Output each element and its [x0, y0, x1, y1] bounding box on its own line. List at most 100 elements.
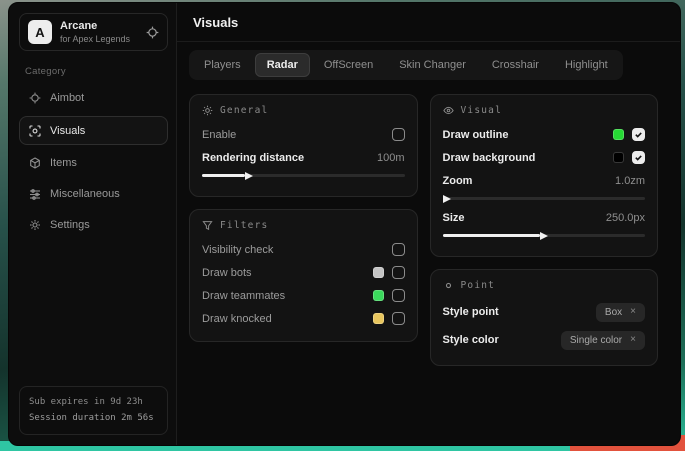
sidebar-item-aimbot[interactable]: Aimbot	[19, 85, 168, 111]
crosshair-icon[interactable]	[146, 26, 159, 39]
draw-outline-color-swatch[interactable]	[613, 129, 624, 140]
sidebar-item-settings[interactable]: Settings	[19, 212, 168, 238]
zoom-label: Zoom	[443, 175, 473, 187]
style-point-chip[interactable]: Box ×	[596, 303, 645, 322]
right-column: Visual Draw outline	[430, 94, 659, 366]
visibility-check-row: Visibility check	[202, 239, 405, 260]
tab-skin-changer[interactable]: Skin Changer	[387, 53, 478, 77]
aimbot-icon	[29, 92, 41, 104]
draw-background-label: Draw background	[443, 152, 536, 164]
session-duration-text: Session duration 2m 56s	[29, 411, 158, 426]
draw-outline-label: Draw outline	[443, 129, 509, 141]
rendering-distance-label: Rendering distance	[202, 152, 304, 164]
panel-general-header: General	[202, 105, 405, 116]
visibility-check-checkbox[interactable]	[392, 243, 405, 256]
content-grid: General Enable Rendering distance 100m	[177, 80, 680, 445]
app-header-card: A Arcane for Apex Legends	[19, 13, 168, 51]
main-header: Visuals	[177, 3, 680, 42]
slider-thumb[interactable]	[443, 195, 451, 203]
left-column: General Enable Rendering distance 100m	[189, 94, 418, 342]
style-point-row: Style point Box ×	[443, 299, 646, 325]
draw-bots-color-swatch[interactable]	[373, 267, 384, 278]
size-label: Size	[443, 212, 465, 224]
draw-outline-checkbox[interactable]	[632, 128, 645, 141]
panel-title: Filters	[220, 220, 268, 231]
tab-offscreen[interactable]: OffScreen	[312, 53, 385, 77]
chip-label: Single color	[570, 335, 622, 346]
draw-bots-label: Draw bots	[202, 267, 252, 279]
tab-players[interactable]: Players	[192, 53, 253, 77]
panel-visual: Visual Draw outline	[430, 94, 659, 257]
sidebar-nav: Aimbot Visuals Items	[19, 85, 168, 238]
panel-filters: Filters Visibility check	[189, 209, 418, 342]
draw-teammates-checkbox[interactable]	[392, 289, 405, 302]
slider-fill	[443, 234, 540, 237]
draw-knocked-label: Draw knocked	[202, 313, 272, 325]
app-subtitle: for Apex Legends	[60, 34, 138, 44]
app-title: Arcane	[60, 20, 138, 32]
slider-thumb[interactable]	[540, 232, 548, 240]
size-value: 250.0px	[606, 212, 645, 224]
enable-row: Enable	[202, 124, 405, 145]
tab-radar[interactable]: Radar	[255, 53, 310, 77]
panel-general: General Enable Rendering distance 100m	[189, 94, 418, 197]
draw-background-row: Draw background	[443, 147, 646, 168]
panel-title: General	[220, 105, 268, 116]
sub-expires-text: Sub expires in 9d 23h	[29, 395, 158, 410]
subscription-info-card: Sub expires in 9d 23h Session duration 2…	[19, 386, 168, 435]
dot-icon	[443, 280, 454, 291]
category-label: Category	[25, 66, 162, 77]
panel-point: Point Style point Box × Style color Sing…	[430, 269, 659, 366]
sun-icon	[202, 105, 213, 116]
app-window: A Arcane for Apex Legends Category	[8, 2, 681, 446]
tabs-container: Players Radar OffScreen Skin Changer Cro…	[189, 50, 623, 80]
enable-checkbox[interactable]	[392, 128, 405, 141]
sidebar-item-miscellaneous[interactable]: Miscellaneous	[19, 181, 168, 207]
rendering-distance-row: Rendering distance 100m	[202, 147, 405, 168]
zoom-slider[interactable]	[443, 194, 646, 203]
zoom-row: Zoom 1.0zm	[443, 170, 646, 191]
rendering-distance-slider[interactable]	[202, 171, 405, 180]
draw-teammates-row: Draw teammates	[202, 285, 405, 306]
visuals-icon	[29, 125, 41, 137]
style-color-chip[interactable]: Single color ×	[561, 331, 645, 350]
check-icon	[634, 153, 643, 162]
draw-knocked-row: Draw knocked	[202, 308, 405, 329]
sidebar-item-label: Aimbot	[50, 92, 84, 104]
sidebar-item-label: Visuals	[50, 125, 85, 137]
panel-title: Point	[461, 280, 496, 291]
draw-teammates-label: Draw teammates	[202, 290, 285, 302]
tab-crosshair[interactable]: Crosshair	[480, 53, 551, 77]
draw-background-checkbox[interactable]	[632, 151, 645, 164]
sidebar-item-items[interactable]: Items	[19, 150, 168, 176]
panel-title: Visual	[461, 105, 503, 116]
draw-knocked-checkbox[interactable]	[392, 312, 405, 325]
style-color-row: Style color Single color ×	[443, 327, 646, 353]
app-logo: A	[28, 20, 52, 44]
size-slider[interactable]	[443, 231, 646, 240]
page-title: Visuals	[193, 15, 664, 30]
check-icon	[634, 130, 643, 139]
draw-bots-checkbox[interactable]	[392, 266, 405, 279]
gear-icon	[29, 219, 41, 231]
rendering-distance-value: 100m	[377, 152, 405, 164]
close-icon[interactable]: ×	[630, 335, 636, 345]
cube-icon	[29, 157, 41, 169]
draw-knocked-color-swatch[interactable]	[373, 313, 384, 324]
draw-outline-row: Draw outline	[443, 124, 646, 145]
main-area: Visuals Players Radar OffScreen Skin Cha…	[177, 3, 680, 445]
zoom-value: 1.0zm	[615, 175, 645, 187]
sidebar-item-visuals[interactable]: Visuals	[19, 116, 168, 145]
tab-highlight[interactable]: Highlight	[553, 53, 620, 77]
draw-background-color-swatch[interactable]	[613, 152, 624, 163]
draw-teammates-color-swatch[interactable]	[373, 290, 384, 301]
chip-label: Box	[605, 307, 622, 318]
slider-thumb[interactable]	[245, 172, 253, 180]
tabbar: Players Radar OffScreen Skin Changer Cro…	[177, 42, 680, 80]
enable-label: Enable	[202, 129, 236, 141]
sidebar: A Arcane for Apex Legends Category	[9, 3, 177, 445]
close-icon[interactable]: ×	[630, 307, 636, 317]
eye-icon	[443, 105, 454, 116]
sidebar-item-label: Settings	[50, 219, 90, 231]
panel-visual-header: Visual	[443, 105, 646, 116]
